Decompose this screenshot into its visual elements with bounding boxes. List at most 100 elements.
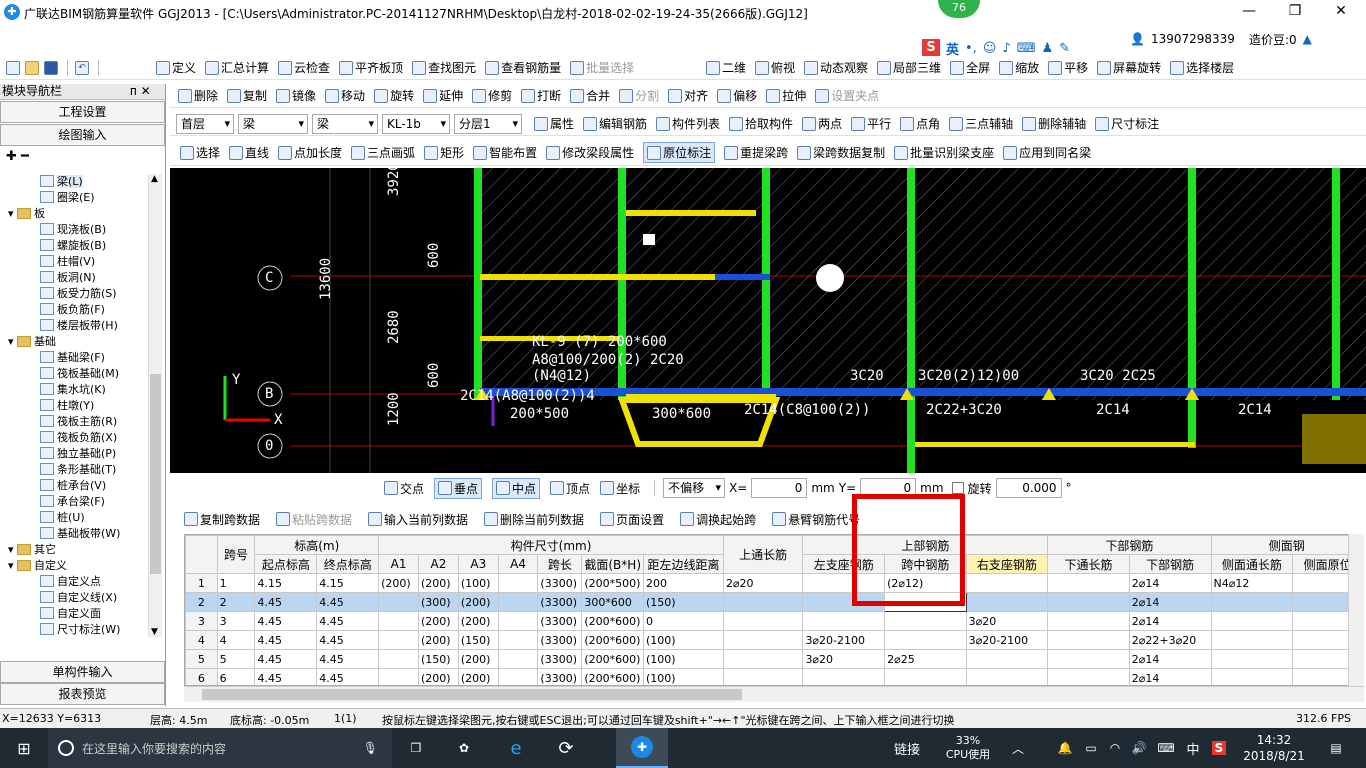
tray-notify-icon[interactable]: 🔔: [1054, 728, 1076, 768]
grid-cell[interactable]: (300): [418, 592, 459, 612]
undo-icon[interactable]: ↶: [75, 60, 89, 75]
grid-cell[interactable]: (150): [418, 649, 459, 669]
grid-cell[interactable]: 3⌀20-2100: [802, 630, 886, 650]
menu-item-13[interactable]: 平移: [1048, 59, 1088, 76]
draw-tool-10[interactable]: 批量识别梁支座: [894, 144, 994, 161]
rotate-checkbox[interactable]: [951, 482, 964, 494]
snap-1[interactable]: 垂点: [434, 477, 483, 499]
grid-cell[interactable]: 5: [216, 649, 256, 669]
draw-tool-11[interactable]: 应用到同名梁: [1003, 144, 1091, 161]
tree-node[interactable]: 桩承台(V): [40, 478, 106, 494]
action-center-icon[interactable]: ▤: [1316, 728, 1356, 768]
fan-app-icon[interactable]: ✿: [444, 728, 484, 768]
grid-cell[interactable]: 3⌀20-2100: [965, 630, 1049, 650]
edit-tool-1[interactable]: 复制: [227, 87, 267, 104]
grid-tool-5[interactable]: 调换起始跨: [680, 511, 756, 528]
grid-cell[interactable]: 2⌀14: [1128, 573, 1212, 593]
grid-cell[interactable]: (100): [643, 649, 724, 669]
grid-cell[interactable]: [497, 592, 539, 612]
grid-cell[interactable]: [802, 611, 886, 631]
draw-tool-7[interactable]: 原位标注: [643, 142, 716, 163]
grid-cell[interactable]: (150): [457, 630, 499, 650]
snap-4[interactable]: 坐标: [600, 478, 640, 499]
tree-node[interactable]: 基础梁(F): [40, 350, 105, 366]
layer-tool-1[interactable]: 编辑钢筋: [583, 115, 647, 132]
table-row[interactable]: 6 6 4.45 4.45 (200) (200) (3300) (200*600) (100)…: [185, 668, 1363, 685]
edit-tool-9[interactable]: 分割: [619, 87, 659, 104]
draw-tool-5[interactable]: 智能布置: [473, 144, 537, 161]
layer-tool-4[interactable]: 两点: [802, 115, 842, 132]
grid-cell[interactable]: [1210, 668, 1294, 685]
grid-vscroll[interactable]: [1348, 534, 1364, 686]
table-row[interactable]: 5 5 4.45 4.45 (150) (200) (3300) (200*600) (100)…: [185, 649, 1363, 669]
grid-cell[interactable]: [1047, 649, 1130, 669]
layer-tool-7[interactable]: 三点辅轴: [949, 115, 1013, 132]
start-icon[interactable]: ⊞: [0, 728, 48, 768]
grid-cell[interactable]: [1047, 668, 1130, 685]
tray-battery-icon[interactable]: ▭: [1080, 728, 1102, 768]
grid-cell[interactable]: [1210, 630, 1294, 650]
grid-cell[interactable]: 4.45: [316, 668, 380, 685]
tree-node[interactable]: 柱帽(V): [40, 254, 95, 270]
tree-node[interactable]: 板受力筋(S): [40, 286, 117, 302]
menu-item-1[interactable]: 汇总计算: [205, 59, 269, 76]
floor-select[interactable]: 首层: [176, 114, 234, 134]
edit-tool-4[interactable]: 旋转: [374, 87, 414, 104]
edit-tool-3[interactable]: 移动: [325, 87, 365, 104]
tree-node[interactable]: 柱墩(Y): [40, 398, 94, 414]
notification-badge[interactable]: 76: [938, 0, 980, 18]
grid-cell[interactable]: [722, 668, 804, 685]
edit-tool-0[interactable]: 删除: [178, 87, 218, 104]
tree-node[interactable]: 承台梁(F): [40, 494, 105, 510]
tray-lang[interactable]: 中: [1182, 728, 1204, 768]
tree-node[interactable]: 基础板带(W): [40, 526, 120, 542]
grid-cell[interactable]: 2⌀14: [1128, 611, 1212, 631]
edit-tool-11[interactable]: 偏移: [717, 87, 757, 104]
grid-cell[interactable]: (3300): [537, 592, 583, 612]
grid-cell[interactable]: 4.45: [316, 592, 380, 612]
cost-beans[interactable]: 造价豆:0: [1249, 31, 1297, 48]
edit-tool-10[interactable]: 对齐: [668, 87, 708, 104]
grid-cell[interactable]: 4: [216, 630, 256, 650]
grid-cell[interactable]: (100): [457, 573, 499, 593]
tray-sogou-icon[interactable]: S: [1208, 728, 1230, 768]
grid-cell[interactable]: (3300): [537, 630, 583, 650]
tree-node[interactable]: 板负筋(F): [40, 302, 105, 318]
grid-cell[interactable]: [884, 630, 967, 650]
tree-node[interactable]: ▾ 其它: [8, 542, 56, 558]
grid-cell[interactable]: (100): [643, 630, 724, 650]
grid-cell[interactable]: [497, 611, 539, 631]
ime-punct-icon[interactable]: •,: [965, 41, 977, 56]
menu-item-5[interactable]: 查看钢筋量: [485, 59, 561, 76]
edit-tool-5[interactable]: 延伸: [423, 87, 463, 104]
ime-mode[interactable]: 英: [946, 39, 959, 58]
grid-cell[interactable]: 2⌀14: [1128, 592, 1212, 612]
grid-cell[interactable]: [378, 668, 419, 685]
grid-cell[interactable]: 2: [216, 592, 256, 612]
tab-draw-input[interactable]: 绘图输入: [0, 124, 165, 146]
grid-cell[interactable]: (3300): [537, 668, 583, 685]
sogou-icon[interactable]: S: [922, 39, 940, 57]
grid-cell[interactable]: (200): [378, 573, 419, 593]
edit-tool-6[interactable]: 修剪: [472, 87, 512, 104]
element-select[interactable]: KL-1b: [382, 114, 450, 134]
grid-cell[interactable]: [722, 592, 804, 612]
emoji-icon[interactable]: ☺: [983, 41, 997, 56]
grid-cell[interactable]: 4.15: [254, 573, 318, 593]
layer-tool-8[interactable]: 删除辅轴: [1022, 115, 1086, 132]
expand-collapse[interactable]: ✚ ━: [0, 147, 165, 167]
grid-cell[interactable]: [1047, 611, 1130, 631]
menu-item-15[interactable]: 选择楼层: [1170, 59, 1234, 76]
tree-node[interactable]: 自定义线(X): [40, 590, 117, 606]
grid-cell[interactable]: [965, 668, 1049, 685]
glodon-task-icon[interactable]: ✚: [616, 728, 668, 768]
grid-cell[interactable]: (3300): [537, 573, 583, 593]
grid-tool-4[interactable]: 页面设置: [600, 511, 664, 528]
edit-tool-12[interactable]: 拉伸: [766, 87, 806, 104]
mic-icon[interactable]: ♪: [1002, 41, 1010, 56]
grid-cell[interactable]: 1: [216, 573, 256, 593]
layer-tool-9[interactable]: 尺寸标注: [1095, 115, 1159, 132]
menu-item-9[interactable]: 动态观察: [804, 59, 868, 76]
table-row[interactable]: 4 4 4.45 4.45 (200) (150) (3300) (200*600) (100)…: [185, 630, 1363, 650]
draw-tool-0[interactable]: 选择: [180, 144, 220, 161]
